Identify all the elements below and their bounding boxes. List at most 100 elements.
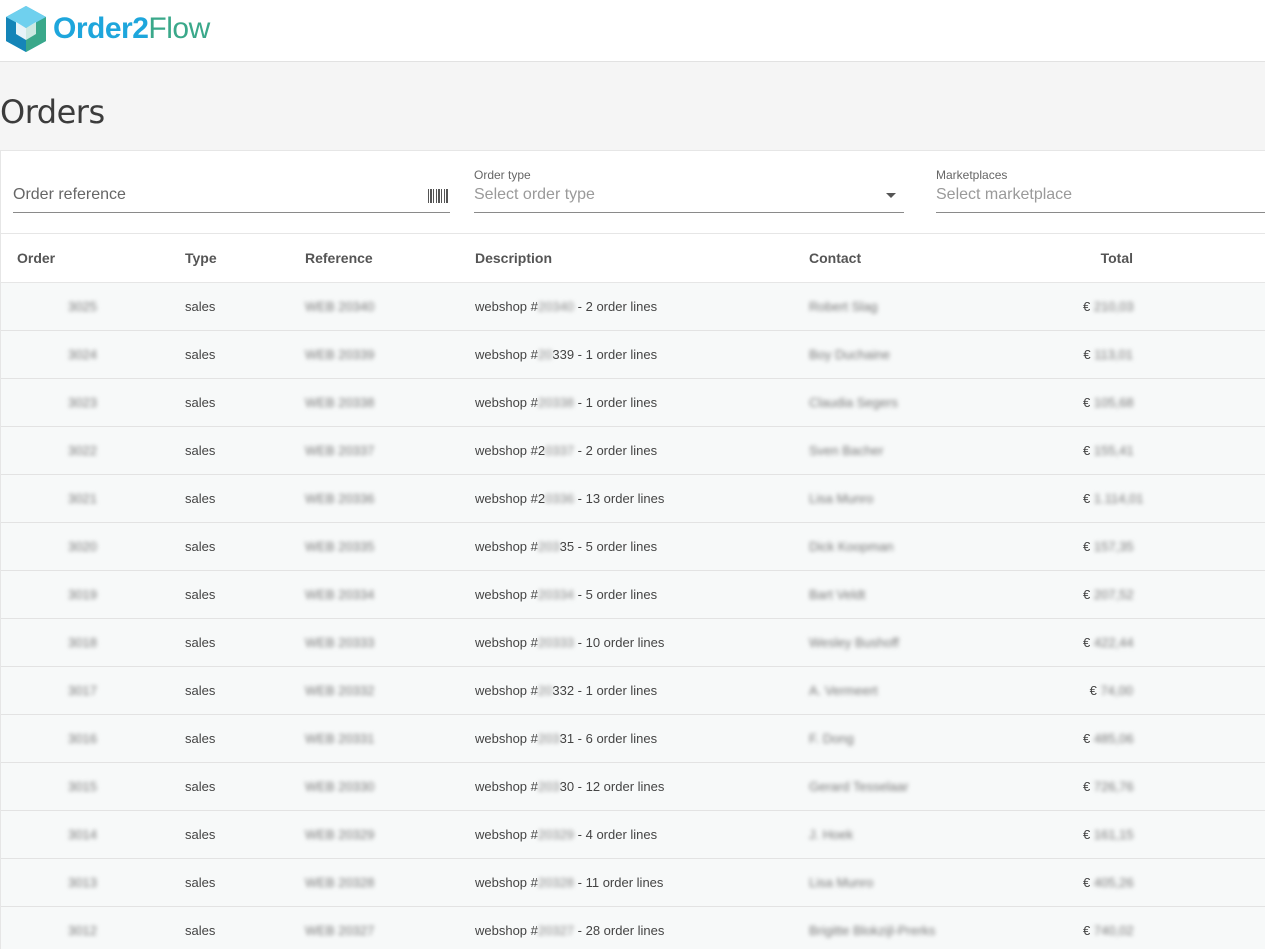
cell-currency: € bbox=[1083, 394, 1091, 410]
order-type-select[interactable]: Order type Select order type bbox=[474, 151, 904, 213]
cell-currency: € bbox=[1083, 778, 1091, 794]
table-row[interactable]: 3013 sales WEB 20328 webshop #20328 - 11 or… bbox=[1, 858, 1265, 907]
order-number[interactable]: 3020 bbox=[1, 522, 169, 571]
cell-desc-suffix: - 2 order lines bbox=[574, 298, 658, 314]
table-row[interactable]: 3018 sales WEB 20333 webshop #20333 - 10 or… bbox=[1, 618, 1265, 667]
table-row[interactable]: 3017 sales WEB 20332 webshop #20332 - 1 ord… bbox=[1, 666, 1265, 715]
order-number[interactable]: 3018 bbox=[1, 618, 169, 667]
cell-contact: Lisa Munro bbox=[809, 490, 874, 506]
order-description: webshop #20336 - 13 order lines bbox=[459, 474, 793, 523]
table-header-row: Order Type Reference Description Contact… bbox=[1, 234, 1265, 283]
cell-reference: WEB 20333 bbox=[305, 634, 375, 650]
table-row[interactable]: 3016 sales WEB 20331 webshop #20331 - 6 ord… bbox=[1, 714, 1265, 763]
marketplace-select[interactable]: Marketplaces Select marketplace bbox=[936, 151, 1265, 213]
order-total: € 105,68 bbox=[1083, 378, 1265, 427]
order-contact: Brigitte Blokzijl-Prerks bbox=[793, 906, 1083, 949]
cell-desc-suffix: - 4 order lines bbox=[574, 826, 658, 842]
order-number[interactable]: 3022 bbox=[1, 426, 169, 475]
cell-currency: € bbox=[1083, 298, 1091, 314]
table-row[interactable]: 3020 sales WEB 20335 webshop #20335 - 5 ord… bbox=[1, 522, 1265, 571]
order-type: sales bbox=[169, 474, 289, 523]
cell-desc-suffix: 339 - 1 order lines bbox=[552, 346, 658, 362]
cell-cell: € 113,01 bbox=[1083, 347, 1133, 362]
header-contact[interactable]: Contact bbox=[793, 234, 1083, 283]
order-number[interactable]: 3015 bbox=[1, 762, 169, 811]
caret-down-icon[interactable] bbox=[886, 193, 896, 198]
cell-desc-prefix: webshop #2 bbox=[475, 490, 546, 506]
cell-contact: Wesley Bushoff bbox=[809, 634, 899, 650]
header-total[interactable]: Total bbox=[1083, 234, 1265, 283]
page-title: Orders bbox=[0, 93, 105, 131]
table-row[interactable]: 3024 sales WEB 20339 webshop #20339 - 1 ord… bbox=[1, 330, 1265, 379]
order-total: € 422,44 bbox=[1083, 618, 1265, 667]
cell-reference: WEB 20335 bbox=[305, 538, 375, 554]
cell-desc-hidden: 20338 bbox=[537, 394, 575, 410]
header-type[interactable]: Type bbox=[169, 234, 289, 283]
marketplace-placeholder[interactable]: Select marketplace bbox=[936, 186, 1072, 204]
cell-currency: € bbox=[1083, 346, 1091, 362]
cell-cell: € 210,03 bbox=[1083, 298, 1134, 314]
order-number[interactable]: 3025 bbox=[1, 282, 169, 331]
order-total: € 740,02 bbox=[1083, 906, 1265, 949]
table-row[interactable]: 3025 sales WEB 20340 webshop #20340 - 2 ord… bbox=[1, 282, 1265, 331]
order-reference-field[interactable]: Order reference bbox=[13, 151, 450, 213]
order-number[interactable]: 3024 bbox=[1, 330, 169, 379]
order-total: € 485,06 bbox=[1083, 714, 1265, 763]
cell-type: sales bbox=[185, 442, 216, 458]
order-number[interactable]: 3017 bbox=[1, 666, 169, 715]
cell-contact: Robert Slag bbox=[809, 298, 878, 314]
order-reference: WEB 20333 bbox=[289, 618, 459, 667]
cell-contact: Lisa Munro bbox=[809, 874, 874, 890]
cell-reference: WEB 20336 bbox=[305, 490, 375, 506]
order-number[interactable]: 3019 bbox=[1, 570, 169, 619]
cell-desc-hidden: 203 bbox=[537, 730, 560, 746]
barcode-icon[interactable] bbox=[428, 189, 448, 203]
table-row[interactable]: 3019 sales WEB 20334 webshop #20334 - 5 ord… bbox=[1, 570, 1265, 619]
cell-desc-suffix: - 5 order lines bbox=[574, 586, 658, 602]
header-reference[interactable]: Reference bbox=[289, 234, 459, 283]
order-description: webshop #20330 - 12 order lines bbox=[459, 762, 793, 811]
brand-name-flow: Flow bbox=[148, 12, 210, 45]
order-number[interactable]: 3021 bbox=[1, 474, 169, 523]
cell-order: 3014 bbox=[68, 826, 97, 842]
table-row[interactable]: 3022 sales WEB 20337 webshop #20337 - 2 ord… bbox=[1, 426, 1265, 475]
table-row[interactable]: 3021 sales WEB 20336 webshop #20336 - 13 or… bbox=[1, 474, 1265, 523]
cell-desc-suffix: - 2 order lines bbox=[574, 442, 658, 458]
order-type-label: Order type bbox=[474, 168, 531, 182]
table-row[interactable]: 3015 sales WEB 20330 webshop #20330 - 12 or… bbox=[1, 762, 1265, 811]
order-number[interactable]: 3016 bbox=[1, 714, 169, 763]
table-row[interactable]: 3023 sales WEB 20338 webshop #20338 - 1 ord… bbox=[1, 378, 1265, 427]
header-description[interactable]: Description bbox=[459, 234, 793, 283]
order-number[interactable]: 3014 bbox=[1, 810, 169, 859]
order2flow-logo[interactable]: Order2Flow bbox=[3, 4, 210, 54]
order-number[interactable]: 3013 bbox=[1, 858, 169, 907]
cell-total: 726,76 bbox=[1093, 778, 1134, 794]
cell-total: 161,15 bbox=[1093, 826, 1134, 842]
cell-contact: Boy Duchaine bbox=[809, 346, 890, 362]
order-description: webshop #20333 - 10 order lines bbox=[459, 618, 793, 667]
cell-type: sales bbox=[185, 682, 216, 698]
order-type-placeholder[interactable]: Select order type bbox=[474, 186, 595, 204]
order-description: webshop #20327 - 28 order lines bbox=[459, 906, 793, 949]
cell-order: 3015 bbox=[68, 778, 97, 794]
order-total: € 207,52 bbox=[1083, 570, 1265, 619]
order-number[interactable]: 3023 bbox=[1, 378, 169, 427]
header-order[interactable]: Order bbox=[1, 234, 169, 283]
table-row[interactable]: 3012 sales WEB 20327 webshop #20327 - 28 or… bbox=[1, 906, 1265, 949]
cell-type: sales bbox=[185, 922, 216, 938]
cell-desc-hidden: 20329 bbox=[537, 826, 575, 842]
cell-type: sales bbox=[185, 634, 216, 650]
order-reference-input[interactable]: Order reference bbox=[13, 186, 126, 204]
cell-desc-prefix: webshop #2 bbox=[475, 442, 546, 458]
order-type: sales bbox=[169, 378, 289, 427]
order-number[interactable]: 3012 bbox=[1, 906, 169, 949]
order-type: sales bbox=[169, 906, 289, 949]
order-contact: Sven Bacher bbox=[793, 426, 1083, 475]
filter-bar: Order reference Order type Select order … bbox=[1, 151, 1265, 234]
table-row[interactable]: 3014 sales WEB 20329 webshop #20329 - 4 ord… bbox=[1, 810, 1265, 859]
cell-currency: € bbox=[1083, 442, 1091, 458]
cell-cell: € 155,41 bbox=[1083, 442, 1134, 458]
cell-desc-prefix: webshop # bbox=[475, 298, 538, 314]
cell-desc-suffix: 35 - 5 order lines bbox=[559, 538, 658, 554]
cell-reference: WEB 20339 bbox=[305, 346, 375, 362]
